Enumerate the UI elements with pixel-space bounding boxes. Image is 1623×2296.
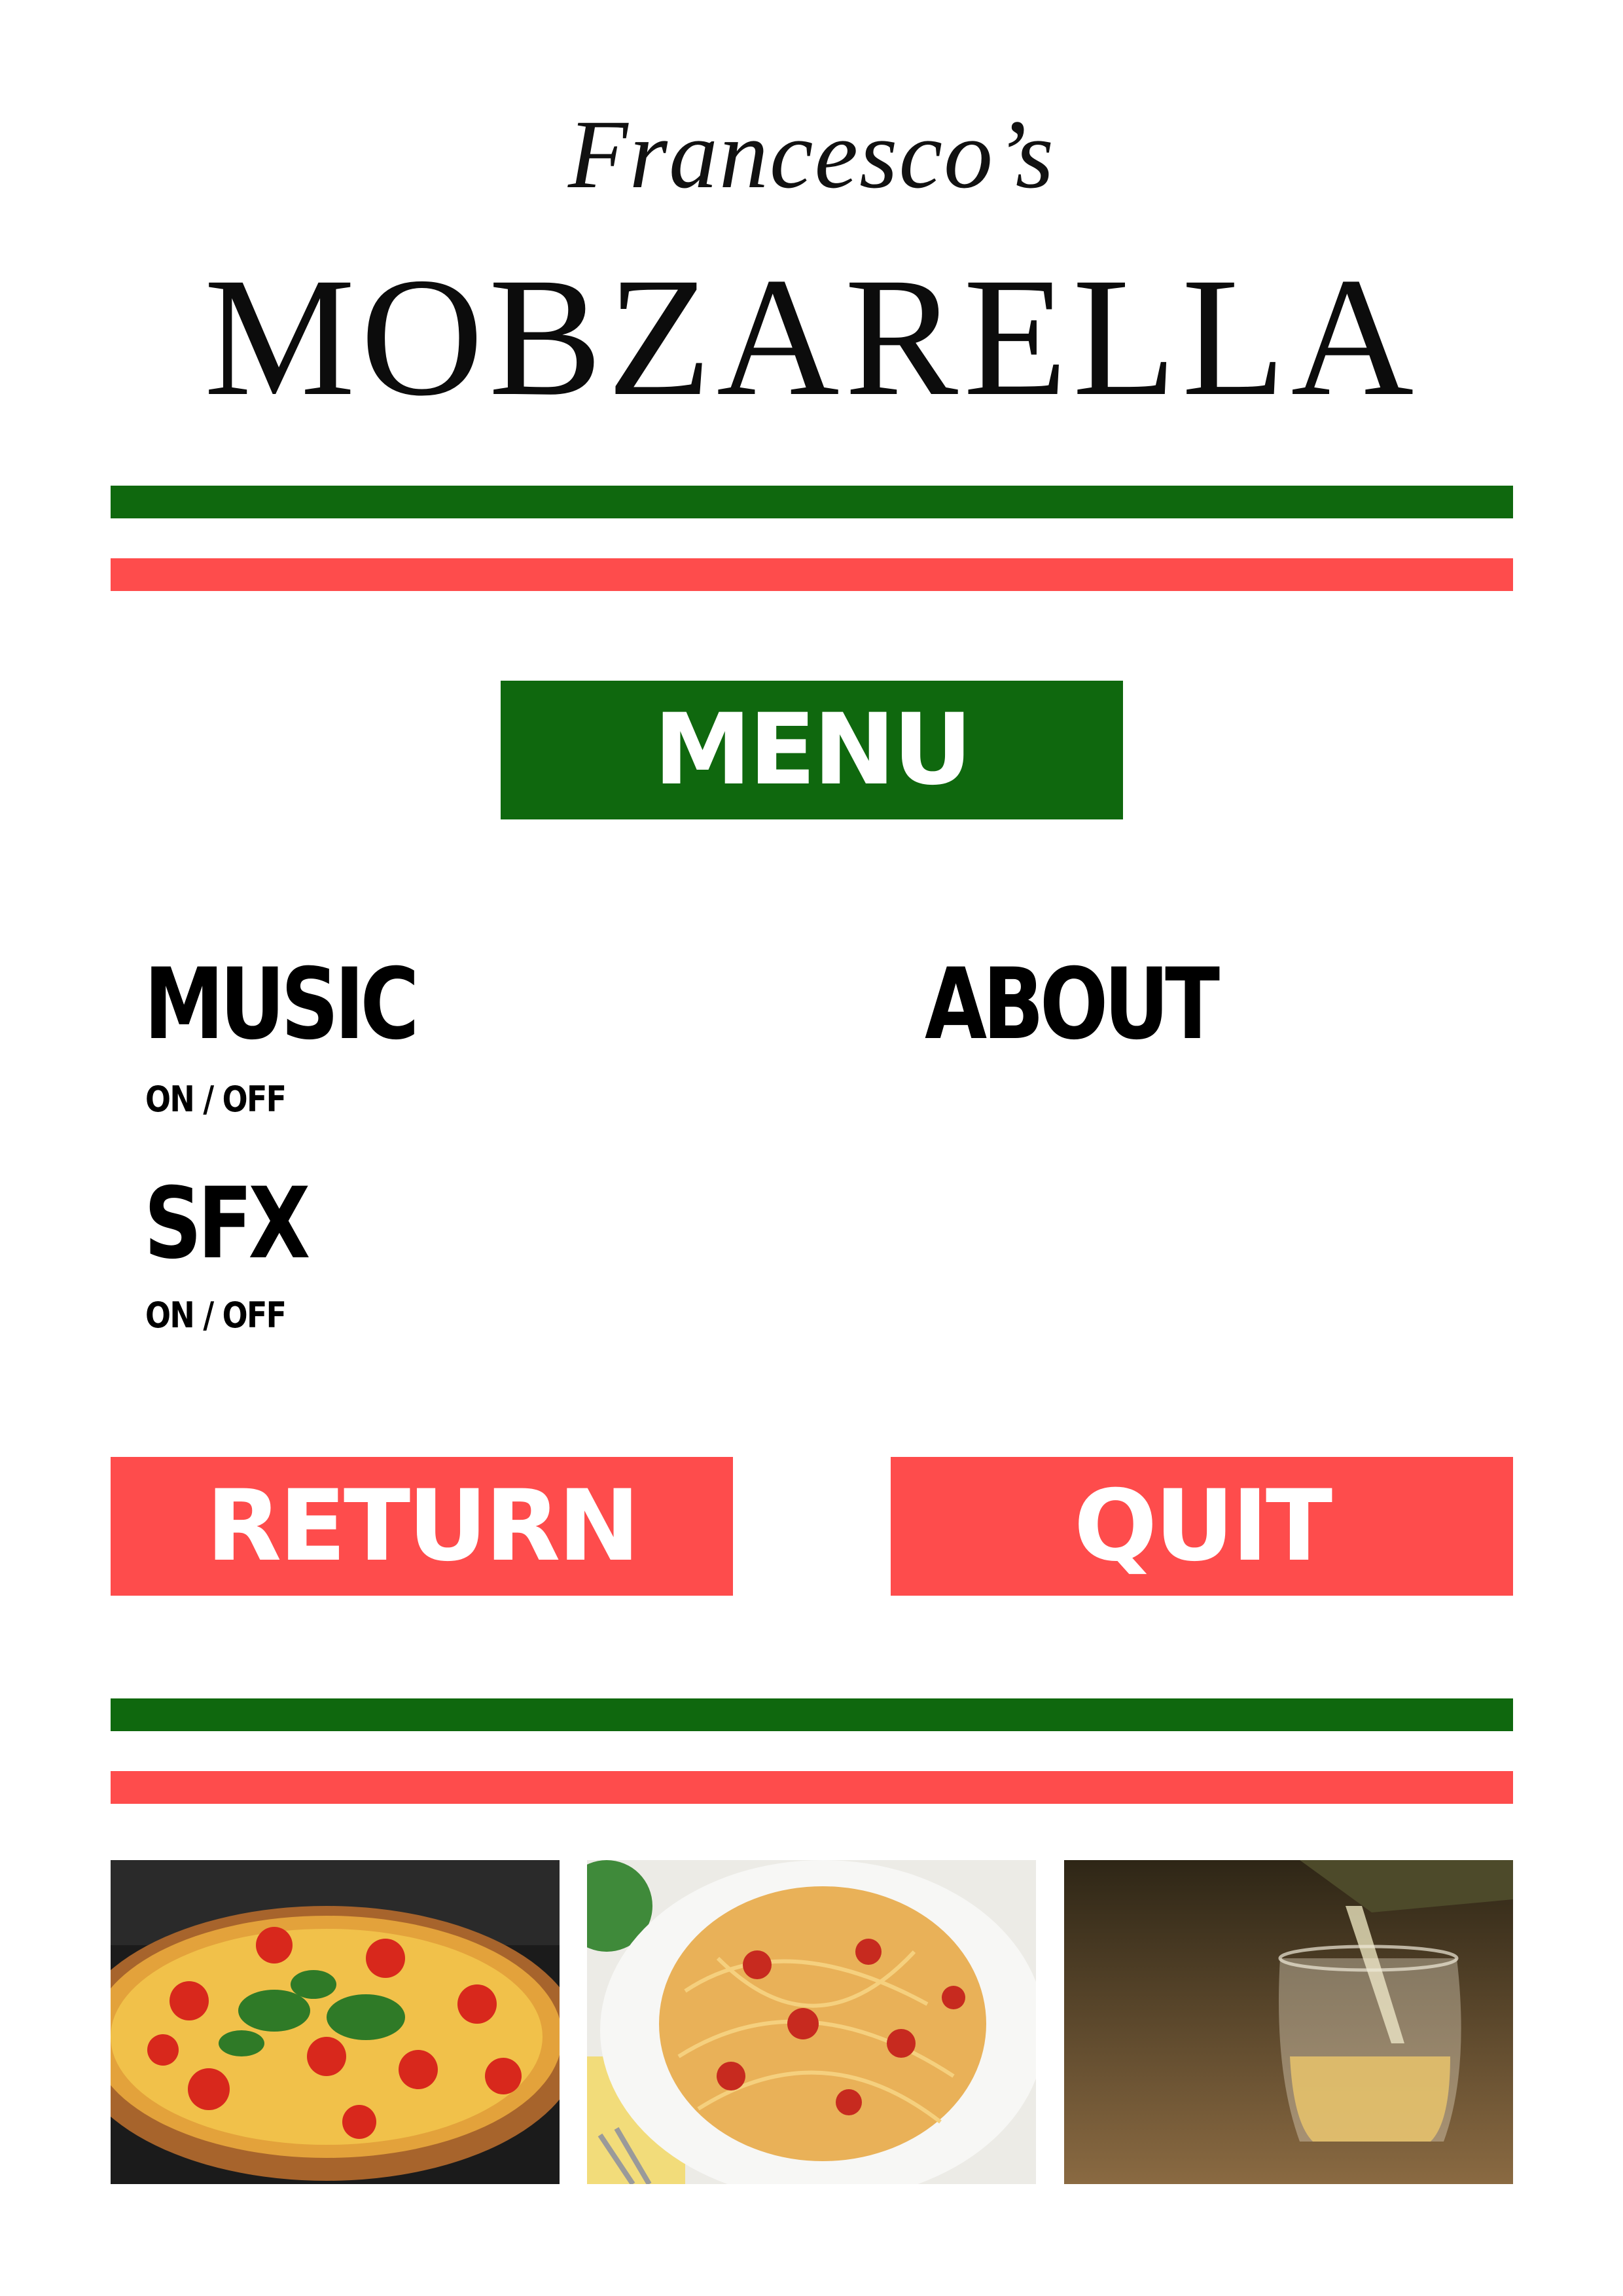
about-option[interactable]: ABOUT xyxy=(925,956,1279,1054)
quit-button-label: QUIT xyxy=(1073,1469,1332,1583)
game-title: MOBZARELLA xyxy=(204,243,1419,431)
sfx-option[interactable]: SFX xyxy=(144,1175,342,1273)
music-toggle[interactable]: ON / OFF xyxy=(145,1082,310,1117)
brand-script-name: Francesco’s xyxy=(567,100,1056,209)
bottom-red-stripe xyxy=(111,1771,1513,1804)
sfx-label: SFX xyxy=(144,1167,310,1281)
top-red-stripe xyxy=(111,558,1513,591)
return-button-label: RETURN xyxy=(205,1469,640,1583)
menu-header-label: MENU xyxy=(653,693,972,807)
menu-header-banner: MENU xyxy=(501,681,1123,819)
spaghetti-image xyxy=(587,1860,1036,2184)
sfx-toggle[interactable]: ON / OFF xyxy=(145,1298,310,1333)
music-label: MUSIC xyxy=(144,948,419,1062)
music-option[interactable]: MUSIC xyxy=(144,956,474,1054)
top-green-stripe xyxy=(111,486,1513,518)
music-toggle-label: ON / OFF xyxy=(145,1079,287,1120)
sfx-toggle-label: ON / OFF xyxy=(145,1295,287,1336)
pizza-image xyxy=(111,1860,560,2184)
return-button[interactable]: RETURN xyxy=(111,1457,733,1596)
about-label: ABOUT xyxy=(925,948,1220,1062)
bottom-green-stripe xyxy=(111,1698,1513,1731)
white-wine-image xyxy=(1064,1860,1513,2184)
quit-button[interactable]: QUIT xyxy=(891,1457,1513,1596)
